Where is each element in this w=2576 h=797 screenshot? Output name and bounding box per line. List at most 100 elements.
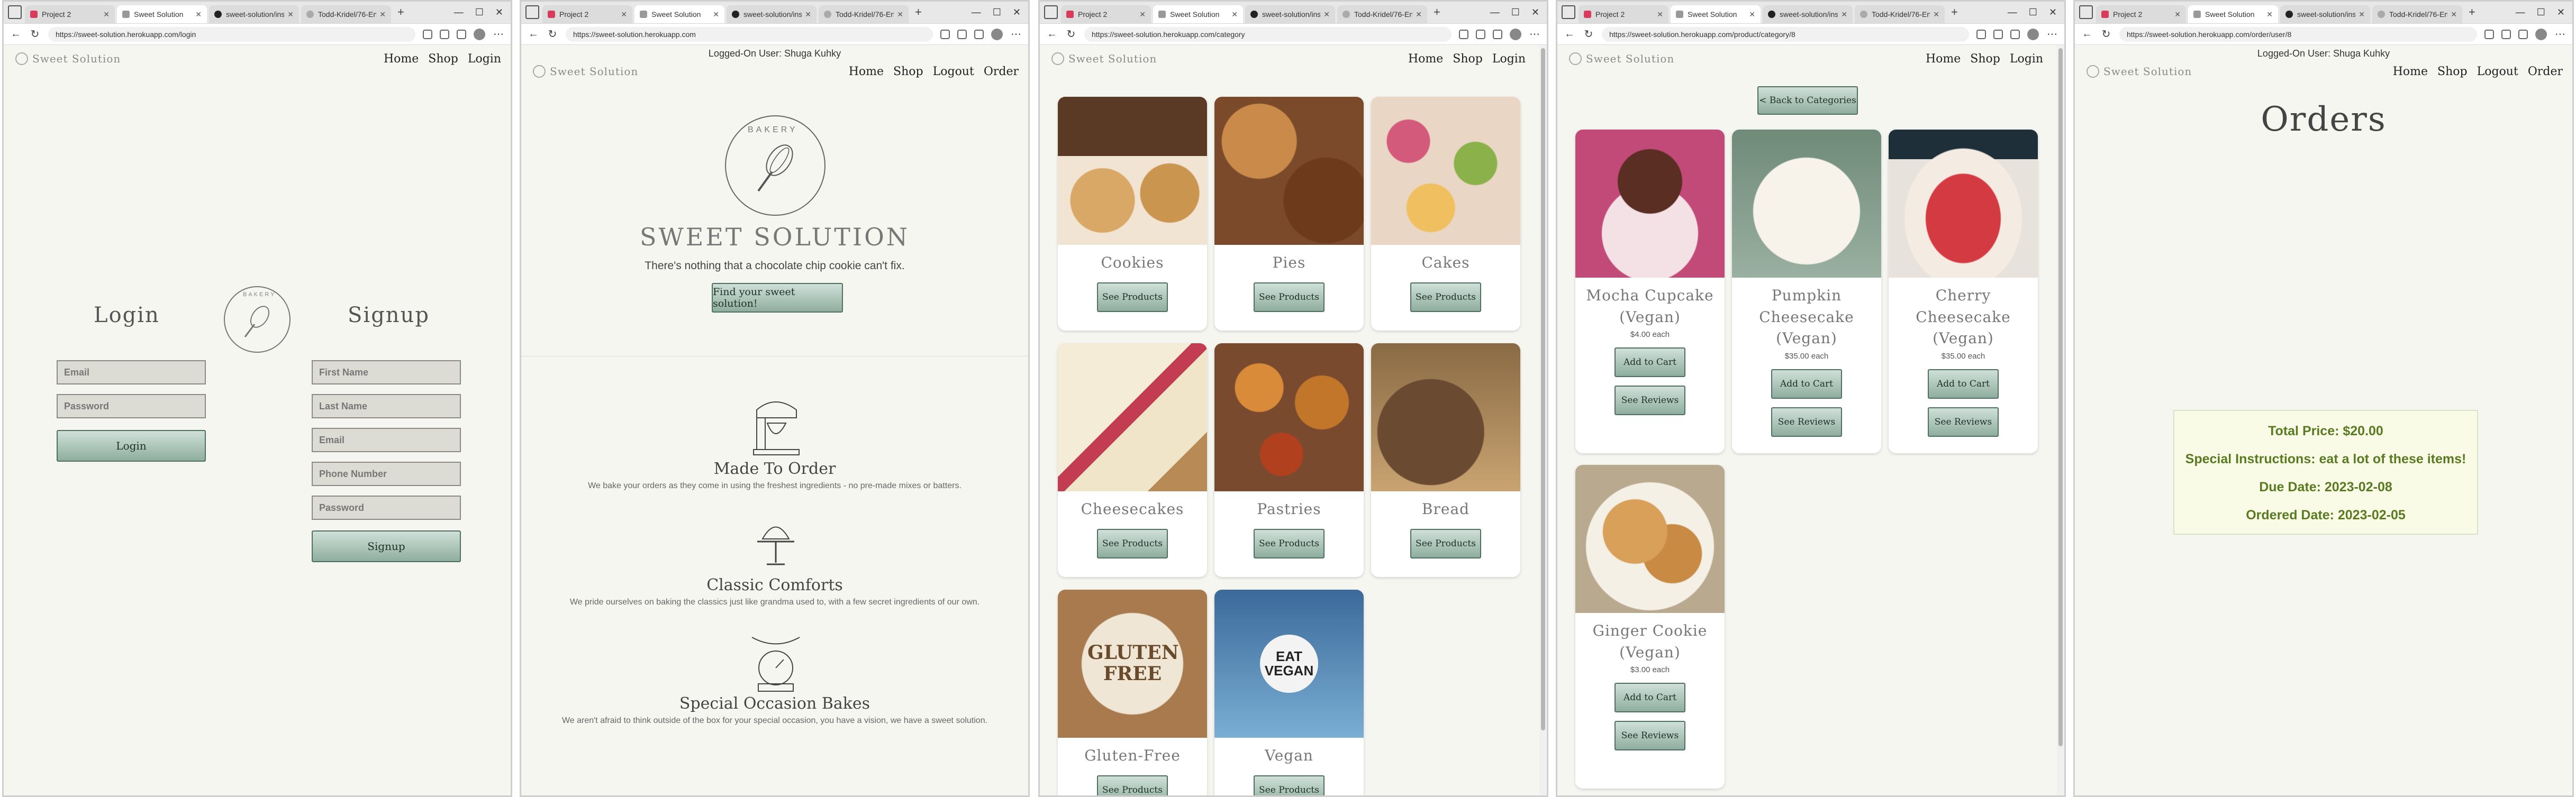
maximize-icon[interactable]: ☐ (2029, 7, 2037, 18)
close-window-icon[interactable]: ✕ (2049, 7, 2057, 18)
see-products-button[interactable]: See Products (1254, 775, 1325, 795)
add-to-cart-button[interactable]: Add to Cart (1771, 369, 1842, 399)
maximize-icon[interactable]: ☐ (993, 7, 1001, 18)
nav-order[interactable]: Order (984, 65, 1019, 78)
login-button[interactable]: Login (57, 430, 206, 462)
nav-home[interactable]: Home (849, 65, 884, 78)
more-icon[interactable]: ⋯ (493, 28, 504, 41)
close-tab-icon[interactable]: ✕ (1841, 10, 1847, 19)
back-icon[interactable]: ← (2081, 28, 2093, 40)
collections-icon[interactable] (974, 29, 984, 39)
nav-shop[interactable]: Shop (428, 52, 458, 66)
reader-icon[interactable] (1976, 29, 1986, 39)
new-tab-icon[interactable]: + (1434, 5, 1440, 19)
see-products-button[interactable]: See Products (1097, 528, 1168, 558)
nav-logout[interactable]: Logout (933, 65, 974, 78)
minimize-icon[interactable]: — (2516, 7, 2525, 18)
scrollbar-thumb[interactable] (1541, 48, 1545, 730)
tab[interactable]: Project 2 ✕ (1579, 5, 1668, 23)
close-tab-icon[interactable]: ✕ (1323, 10, 1330, 19)
favorites-icon[interactable] (957, 29, 967, 39)
nav-home[interactable]: Home (2393, 65, 2428, 78)
favorites-icon[interactable] (440, 29, 449, 39)
reload-icon[interactable]: ↻ (29, 28, 41, 41)
back-icon[interactable]: ← (528, 28, 539, 40)
nav-home[interactable]: Home (1408, 52, 1443, 66)
profile-icon[interactable] (474, 28, 485, 40)
reader-icon[interactable] (423, 29, 432, 39)
close-tab-icon[interactable]: ✕ (287, 10, 294, 19)
close-tab-icon[interactable]: ✕ (713, 10, 719, 19)
tab[interactable]: sweet-solution/inst...✕ (727, 5, 817, 23)
back-icon[interactable]: ← (1046, 28, 1058, 40)
minimize-icon[interactable]: — (454, 7, 464, 18)
reload-icon[interactable]: ↻ (547, 28, 558, 41)
favorites-icon[interactable] (1476, 29, 1485, 39)
window-menu-icon[interactable] (1044, 5, 1058, 19)
nav-shop[interactable]: Shop (1453, 52, 1483, 66)
close-window-icon[interactable]: ✕ (2557, 7, 2565, 18)
brand-logo[interactable]: Sweet Solution (2087, 65, 2192, 78)
reader-icon[interactable] (2484, 29, 2494, 39)
back-icon[interactable]: ← (1564, 28, 1575, 40)
close-tab-icon[interactable]: ✕ (1933, 10, 1939, 19)
minimize-icon[interactable]: — (2008, 7, 2017, 18)
tab[interactable]: Project 2 ✕ (25, 5, 115, 23)
nav-login[interactable]: Login (2010, 52, 2043, 66)
scrollbar-thumb[interactable] (2058, 48, 2063, 746)
brand-logo[interactable]: Sweet Solution (1051, 52, 1157, 65)
see-products-button[interactable]: See Products (1254, 282, 1325, 312)
tab[interactable]: Todd-Kridel/76-Engi...✕ (301, 5, 391, 23)
phone-input[interactable]: Phone Number (312, 462, 461, 486)
close-window-icon[interactable]: ✕ (1013, 7, 1021, 18)
close-tab-icon[interactable]: ✕ (195, 10, 202, 19)
close-tab-icon[interactable]: ✕ (1749, 10, 1755, 19)
close-tab-icon[interactable]: ✕ (805, 10, 811, 19)
new-tab-icon[interactable]: + (2469, 5, 2475, 19)
nav-home[interactable]: Home (1926, 52, 1961, 66)
url-field[interactable]: https://sweet-solution.herokuapp.com/cat… (1084, 26, 1452, 42)
close-tab-icon[interactable]: ✕ (1139, 10, 1146, 19)
see-reviews-button[interactable]: See Reviews (1928, 407, 1999, 437)
nav-shop[interactable]: Shop (2437, 65, 2468, 78)
reload-icon[interactable]: ↻ (1065, 28, 1077, 41)
nav-logout[interactable]: Logout (2477, 65, 2518, 78)
collections-icon[interactable] (2518, 29, 2528, 39)
see-products-button[interactable]: See Products (1097, 775, 1168, 795)
scrollbar[interactable] (1539, 45, 1547, 795)
close-tab-icon[interactable]: ✕ (2174, 10, 2181, 19)
tab-active[interactable]: Sweet Solution ✕ (2188, 5, 2278, 23)
profile-icon[interactable] (2027, 28, 2039, 40)
tab-active[interactable]: Sweet Solution ✕ (634, 5, 724, 23)
window-menu-icon[interactable] (525, 5, 539, 19)
favorites-icon[interactable] (2501, 29, 2511, 39)
reader-icon[interactable] (1459, 29, 1468, 39)
see-products-button[interactable]: See Products (1410, 282, 1481, 312)
see-products-button[interactable]: See Products (1254, 528, 1325, 558)
tab-active[interactable]: Sweet Solution ✕ (1153, 5, 1243, 23)
see-reviews-button[interactable]: See Reviews (1771, 407, 1842, 437)
tab-active[interactable]: Sweet Solution ✕ (1671, 5, 1761, 23)
close-tab-icon[interactable]: ✕ (103, 10, 110, 19)
nav-order[interactable]: Order (2528, 65, 2563, 78)
close-tab-icon[interactable]: ✕ (621, 10, 627, 19)
reload-icon[interactable]: ↻ (1583, 28, 1594, 41)
tab[interactable]: sweet-solution/inst...✕ (2280, 5, 2370, 23)
nav-login[interactable]: Login (1492, 52, 1526, 66)
url-field[interactable]: https://sweet-solution.herokuapp.com (566, 26, 933, 42)
profile-icon[interactable] (1510, 28, 1521, 40)
window-menu-icon[interactable] (2079, 5, 2093, 19)
tab[interactable]: Todd-Kridel/76-Engi...✕ (819, 5, 909, 23)
see-products-button[interactable]: See Products (1097, 282, 1168, 312)
signup-password-input[interactable]: Password (312, 496, 461, 520)
nav-home[interactable]: Home (384, 52, 419, 66)
brand-logo[interactable]: Sweet Solution (15, 52, 121, 65)
add-to-cart-button[interactable]: Add to Cart (1614, 347, 1685, 378)
tab[interactable]: Todd-Kridel/76-Engi...✕ (1855, 5, 1945, 23)
close-window-icon[interactable]: ✕ (495, 7, 503, 18)
tab-active[interactable]: Sweet Solution ✕ (117, 5, 207, 23)
window-menu-icon[interactable] (8, 5, 22, 19)
tab[interactable]: Project 2 ✕ (542, 5, 632, 23)
brand-logo[interactable]: Sweet Solution (1569, 52, 1674, 65)
tab[interactable]: sweet-solution/inst...✕ (209, 5, 299, 23)
